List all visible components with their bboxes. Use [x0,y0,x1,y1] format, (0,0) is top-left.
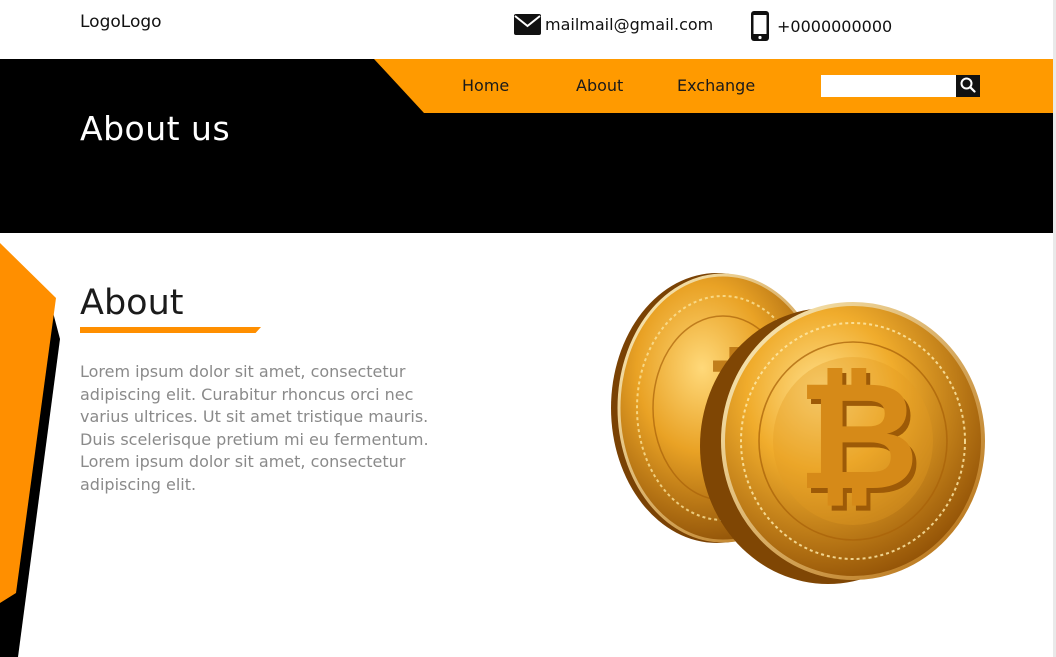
nav-home[interactable]: Home [462,76,509,95]
nav-about[interactable]: About [576,76,623,95]
decorative-shape [0,243,60,657]
top-bar: LogoLogo mailmail@gmail.com +0000000000 [0,0,1056,59]
search-icon [960,77,976,96]
email-contact[interactable]: mailmail@gmail.com [514,14,713,35]
search-input[interactable] [821,75,956,97]
search-box [821,75,980,97]
email-text[interactable]: mailmail@gmail.com [545,15,713,34]
page-title: About us [80,109,231,148]
nav-exchange[interactable]: Exchange [677,76,755,95]
logo[interactable]: LogoLogo [80,12,162,32]
phone-icon [751,11,769,41]
svg-text:₿: ₿ [797,350,919,524]
hero-banner: Home About Exchange About us [0,59,1053,233]
about-description: Lorem ipsum dolor sit amet, consectetur … [80,362,429,494]
search-button[interactable] [956,75,980,97]
about-heading: About [80,283,184,323]
phone-text[interactable]: +0000000000 [777,17,892,36]
bitcoin-coins-image: ₿ ₿ ₿ [611,273,985,584]
mail-icon [514,14,541,35]
heading-underline [80,327,261,333]
phone-contact[interactable]: +0000000000 [751,11,892,41]
